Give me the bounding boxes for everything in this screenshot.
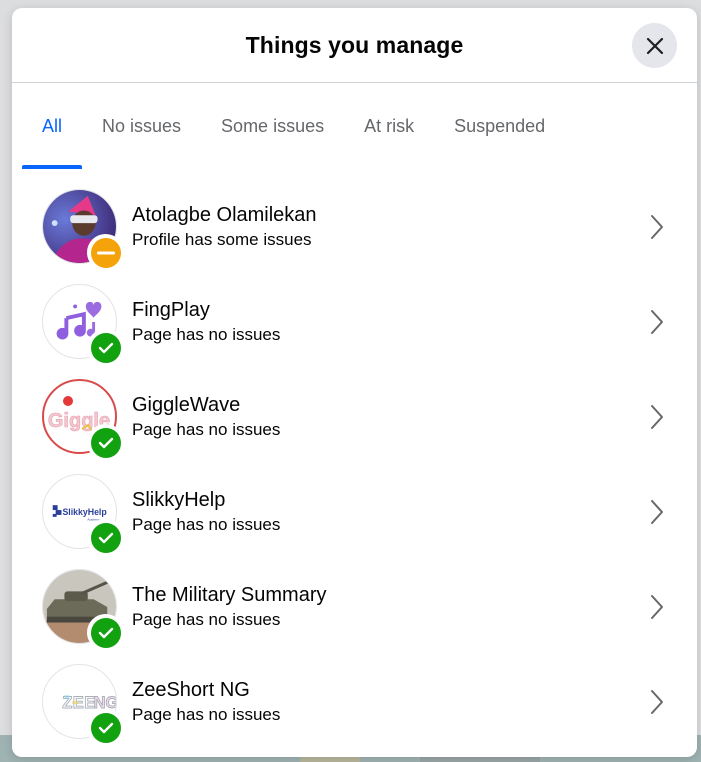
- list-item[interactable]: Atolagbe Olamilekan Profile has some iss…: [12, 179, 697, 274]
- list-item[interactable]: The Military Summary Page has no issues: [12, 559, 697, 654]
- item-status: Page has no issues: [132, 514, 281, 534]
- managed-assets-list: Atolagbe Olamilekan Profile has some iss…: [12, 169, 697, 749]
- close-button[interactable]: [632, 23, 677, 68]
- close-icon: [646, 37, 663, 54]
- tab-label: Some issues: [221, 115, 325, 136]
- chevron-right-icon[interactable]: [647, 212, 667, 242]
- item-status: Page has no issues: [132, 419, 281, 439]
- item-status: Page has no issues: [132, 704, 281, 724]
- status-badge: [87, 234, 124, 271]
- status-badge: [87, 519, 124, 556]
- tab-all[interactable]: All: [22, 83, 83, 169]
- item-name: SlikkyHelp: [132, 488, 226, 511]
- tab-label: At risk: [364, 115, 415, 136]
- tab-label: All: [42, 115, 63, 136]
- dialog-header: Things you manage: [12, 8, 697, 83]
- list-item[interactable]: Giggle GiggleWave Page has no issues: [12, 369, 697, 464]
- list-item[interactable]: SlikkyHelp Academy SlikkyHelp Page has n…: [12, 464, 697, 559]
- item-name: GiggleWave: [132, 393, 241, 416]
- check-icon: [98, 722, 113, 733]
- tab-no-issues[interactable]: No issues: [82, 83, 201, 169]
- list-item[interactable]: FingPlay Page has no issues: [12, 274, 697, 369]
- item-name: ZeeShort NG: [132, 678, 250, 701]
- things-you-manage-dialog: Things you manage All No issues Some iss…: [12, 8, 697, 757]
- item-status: Profile has some issues: [132, 229, 312, 249]
- status-badge: [87, 329, 124, 366]
- check-icon: [98, 627, 113, 638]
- status-badge: [87, 424, 124, 461]
- status-badge: [87, 614, 124, 651]
- chevron-right-icon[interactable]: [647, 307, 667, 337]
- check-icon: [98, 342, 113, 353]
- tab-label: Suspended: [454, 115, 546, 136]
- chevron-right-icon[interactable]: [647, 497, 667, 527]
- minus-icon: [96, 251, 115, 254]
- item-status: Page has no issues: [132, 324, 281, 344]
- item-status: Page has no issues: [132, 609, 281, 629]
- tab-at-risk[interactable]: At risk: [344, 83, 434, 169]
- svg-text:SlikkyHelp: SlikkyHelp: [62, 507, 106, 517]
- chevron-right-icon[interactable]: [647, 687, 667, 717]
- tab-label: No issues: [102, 115, 182, 136]
- item-name: The Military Summary: [132, 583, 327, 606]
- list-item[interactable]: ZEE NG ZeeShort NG Page has no issues: [12, 654, 697, 749]
- chevron-right-icon[interactable]: [647, 402, 667, 432]
- tab-suspended[interactable]: Suspended: [434, 83, 565, 169]
- filter-tabs: All No issues Some issues At risk Suspen…: [12, 83, 697, 169]
- check-icon: [98, 532, 113, 543]
- check-icon: [98, 437, 113, 448]
- chevron-right-icon[interactable]: [647, 592, 667, 622]
- status-badge: [87, 709, 124, 746]
- dialog-title: Things you manage: [245, 31, 464, 58]
- item-name: FingPlay: [132, 298, 210, 321]
- item-name: Atolagbe Olamilekan: [132, 203, 317, 226]
- tab-some-issues[interactable]: Some issues: [201, 83, 344, 169]
